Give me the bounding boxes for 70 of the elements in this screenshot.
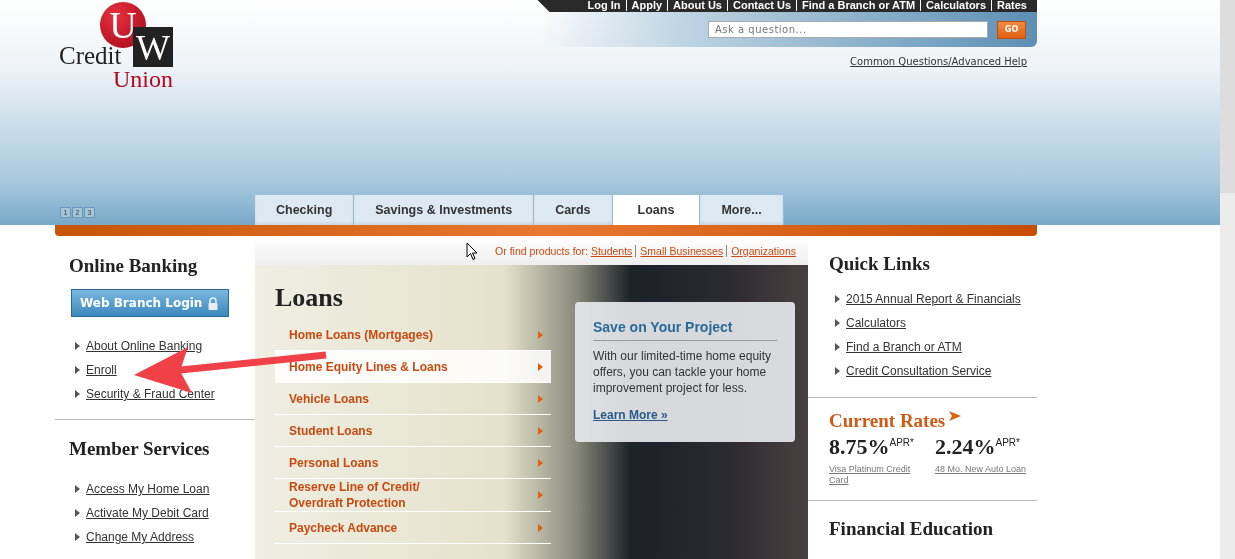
loan-menu-item[interactable]: Home Equity Lines & Loans bbox=[275, 351, 551, 383]
chevron-right-icon bbox=[538, 426, 543, 435]
chevron-right-icon bbox=[538, 330, 543, 339]
bullet-triangle-icon bbox=[75, 509, 80, 517]
rate-product-link[interactable]: 48 Mo. New Auto Loan bbox=[935, 464, 1027, 475]
apr-label: APR* bbox=[995, 436, 1020, 448]
quick-link[interactable]: Credit Consultation Service bbox=[846, 364, 992, 378]
section-title: Online Banking bbox=[69, 255, 199, 277]
current-rates-title[interactable]: Current Rates bbox=[829, 410, 946, 432]
find-products-label: Or find products for: bbox=[495, 244, 588, 257]
chevron-right-icon bbox=[538, 362, 543, 371]
bullet-triangle-icon bbox=[835, 319, 840, 327]
bullet-triangle-icon bbox=[835, 367, 840, 375]
nav-tab[interactable]: Checking bbox=[255, 195, 355, 225]
loan-menu-item[interactable]: Vehicle Loans bbox=[275, 383, 551, 415]
utility-link[interactable]: About Us bbox=[667, 0, 722, 11]
chevron-right-icon bbox=[538, 523, 543, 532]
loan-menu-item[interactable]: Student Loans bbox=[275, 415, 551, 447]
rate-value: 8.75% bbox=[829, 434, 890, 459]
promo-text: With our limited-time home equity offers, you can tackle your home improvement project for less. bbox=[593, 348, 773, 396]
rate-product-link[interactable]: Visa Platinum Credit Card bbox=[829, 464, 921, 486]
loan-menu-item[interactable]: Paycheck Advance bbox=[275, 512, 551, 544]
bullet-triangle-icon bbox=[835, 343, 840, 351]
scrollbar[interactable] bbox=[1220, 0, 1235, 559]
utility-link[interactable]: Rates bbox=[991, 0, 1027, 11]
bullet-triangle-icon bbox=[75, 533, 80, 541]
bullet-triangle-icon bbox=[75, 342, 80, 350]
sidebar-link[interactable]: About Online Banking bbox=[86, 339, 203, 353]
section-title: Financial Education bbox=[829, 518, 995, 540]
section-title: Quick Links bbox=[829, 253, 931, 275]
mouse-cursor-icon bbox=[466, 242, 478, 261]
bullet-triangle-icon bbox=[835, 295, 840, 303]
bullet-triangle-icon bbox=[75, 485, 80, 493]
nav-tab[interactable]: More... bbox=[700, 195, 784, 225]
utility-link[interactable]: Apply bbox=[625, 0, 663, 11]
quick-link[interactable]: Find a Branch or ATM bbox=[846, 340, 962, 354]
chevron-right-icon bbox=[538, 394, 543, 403]
loans-title: Loans bbox=[275, 283, 344, 313]
apr-label: APR* bbox=[889, 436, 914, 448]
rate-value: 2.24% bbox=[935, 434, 996, 459]
audience-link[interactable]: Organizations bbox=[726, 244, 796, 257]
audience-link[interactable]: Small Businesses bbox=[635, 244, 724, 257]
utility-link[interactable]: Calculators bbox=[920, 0, 987, 11]
section-title: Member Services bbox=[69, 438, 211, 460]
nav-tab[interactable]: Savings & Investments bbox=[354, 195, 535, 225]
sidebar-link[interactable]: Activate My Debit Card bbox=[86, 506, 209, 520]
loan-menu-item[interactable]: Reserve Line of Credit/ Overdraft Protection bbox=[275, 479, 551, 512]
learn-more-link[interactable]: Learn More » bbox=[593, 408, 668, 422]
lock-icon bbox=[208, 296, 219, 310]
search-field[interactable]: Ask a question... bbox=[708, 21, 988, 38]
sidebar-link[interactable]: Access My Home Loan bbox=[86, 482, 210, 496]
logo-letter-square[interactable]: W bbox=[133, 27, 173, 67]
utility-link[interactable]: Find a Branch or ATM bbox=[796, 0, 916, 11]
utility-link[interactable]: Log In bbox=[587, 0, 621, 11]
quick-link[interactable]: Calculators bbox=[846, 316, 907, 330]
utility-link[interactable]: Contact Us bbox=[727, 0, 792, 11]
arrow-right-icon bbox=[949, 411, 962, 421]
sidebar-link[interactable]: Enroll bbox=[86, 363, 117, 377]
sidebar-link[interactable]: Change My Address bbox=[86, 530, 195, 544]
bullet-triangle-icon bbox=[75, 390, 80, 398]
quick-link[interactable]: 2015 Annual Report & Financials bbox=[846, 292, 1021, 306]
loan-menu-item[interactable]: Personal Loans bbox=[275, 447, 551, 479]
audience-link[interactable]: Students bbox=[590, 244, 633, 257]
help-link[interactable]: Common Questions/Advanced Help bbox=[850, 56, 1027, 67]
promo-title: Save on Your Project bbox=[593, 319, 777, 341]
nav-tab[interactable]: Loans bbox=[612, 195, 701, 225]
chevron-right-icon bbox=[538, 458, 543, 467]
nav-tab[interactable]: Cards bbox=[534, 195, 613, 225]
bullet-triangle-icon bbox=[75, 366, 80, 374]
chevron-right-icon bbox=[538, 491, 543, 499]
